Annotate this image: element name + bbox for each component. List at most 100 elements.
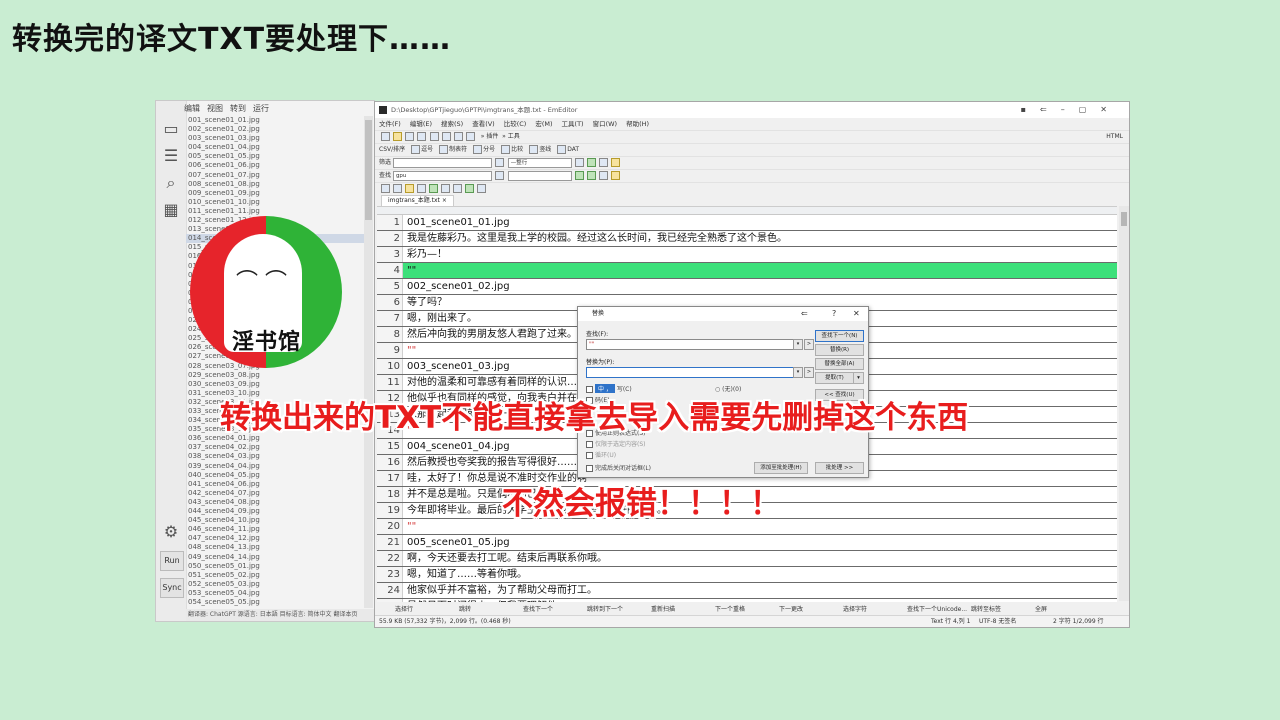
menu-item[interactable]: 文件(F) xyxy=(379,120,401,128)
status-encoding[interactable]: UTF-8 无签名 xyxy=(979,616,1016,627)
add-to-batch-button[interactable]: 添加至批处理(H) xyxy=(754,462,808,474)
function-key-label[interactable]: 跳转至标签 xyxy=(971,604,1001,613)
csv-mode-icon[interactable] xyxy=(500,145,510,154)
file-list-item[interactable]: 042_scene04_07.jpg xyxy=(186,489,364,498)
extract-button[interactable]: 提取(T) xyxy=(815,372,854,384)
file-list-item[interactable]: 051_scene05_02.jpg xyxy=(186,571,364,580)
compare-icon[interactable] xyxy=(428,184,438,193)
close-tab-icon[interactable]: × xyxy=(442,197,447,204)
file-list-item[interactable]: 039_scene04_04.jpg xyxy=(186,462,364,471)
replace-expand-button[interactable]: > xyxy=(804,367,814,378)
loop-checkbox[interactable]: 循环(U) xyxy=(586,450,616,459)
file-list-item[interactable]: 046_scene04_11.jpg xyxy=(186,525,364,534)
function-key-label[interactable]: 跳转 xyxy=(459,604,471,613)
html-mode-label[interactable]: HTML xyxy=(1106,131,1123,143)
close-icon[interactable]: ✕ xyxy=(853,307,860,321)
left-menu-item[interactable]: 编辑 xyxy=(184,104,200,113)
file-list-item[interactable]: 047_scene04_12.jpg xyxy=(186,534,364,543)
file-list-item[interactable]: 038_scene04_03.jpg xyxy=(186,452,364,461)
csv-mode-label[interactable]: DAT xyxy=(567,146,579,153)
find-input[interactable]: gpu xyxy=(392,170,492,181)
left-menu-item[interactable]: 视图 xyxy=(207,104,223,113)
bookmark-icon[interactable] xyxy=(599,158,609,167)
word-wrap-icon[interactable] xyxy=(440,184,450,193)
menu-item[interactable]: 帮助(H) xyxy=(626,120,649,128)
csv-mode-label[interactable]: 制表符 xyxy=(449,146,467,153)
csv-mode-icon[interactable] xyxy=(472,145,482,154)
function-key-label[interactable]: 选择行 xyxy=(395,604,413,613)
find-prev-icon[interactable] xyxy=(587,171,597,180)
file-list-item[interactable]: 004_scene01_04.jpg xyxy=(186,143,364,152)
ruler-icon[interactable] xyxy=(476,184,486,193)
editor-line[interactable]: 5 002_scene01_02.jpg xyxy=(377,279,1117,295)
filter-options-icon[interactable] xyxy=(495,158,505,167)
undo-icon[interactable] xyxy=(466,132,476,141)
file-list-item[interactable]: 043_scene04_08.jpg xyxy=(186,498,364,507)
function-key-label[interactable]: 查找下一个Unicode... xyxy=(907,604,967,613)
extract-dropdown-button[interactable]: ▾ xyxy=(853,372,864,384)
replace-button[interactable]: 替换(R) xyxy=(815,344,864,356)
left-menu-item[interactable]: 转到 xyxy=(230,104,246,113)
lock-icon[interactable] xyxy=(611,158,621,167)
file-list-item[interactable]: 045_scene04_10.jpg xyxy=(186,516,364,525)
editor-line[interactable]: 24 他家似乎并不富裕，为了帮助父母而打工。 xyxy=(377,583,1117,599)
editor-line[interactable]: 22 啊，今天还要去打工呢。结束后再联系你哦。 xyxy=(377,551,1117,567)
file-list-item[interactable]: 008_scene01_08.jpg xyxy=(186,180,364,189)
editor-line[interactable]: 4 "" xyxy=(377,263,1117,279)
pin-icon[interactable]: ⇐ xyxy=(801,307,808,321)
function-key-label[interactable]: 选择字符 xyxy=(843,604,867,613)
csv-mode-icon[interactable] xyxy=(528,145,538,154)
replace-all-button[interactable]: 替换全部(A) xyxy=(815,358,864,370)
editor-line[interactable]: 21 005_scene01_05.jpg xyxy=(377,535,1117,551)
filter-input[interactable] xyxy=(392,157,492,168)
sync-button[interactable]: Sync xyxy=(160,578,184,598)
function-key-label[interactable]: 查找下一个 xyxy=(523,604,553,613)
outline-icon[interactable] xyxy=(452,184,462,193)
find-next-button[interactable]: 查找下一个(N) xyxy=(815,330,864,342)
menu-item[interactable]: 窗口(W) xyxy=(593,120,618,128)
csv-mode-label[interactable]: CSV/排序 xyxy=(379,146,405,153)
filter-apply-icon[interactable] xyxy=(575,158,585,167)
menu-item[interactable]: 比较(C) xyxy=(504,120,527,128)
file-list-item[interactable]: 040_scene04_05.jpg xyxy=(186,471,364,480)
file-list-item[interactable]: 030_scene03_09.jpg xyxy=(186,380,364,389)
file-list-item[interactable]: 054_scene05_05.jpg xyxy=(186,598,364,607)
document-tab[interactable]: imgtrans_本题.txt × xyxy=(381,195,454,206)
search-icon[interactable]: ⌕ xyxy=(161,173,181,193)
help-icon[interactable]: ? xyxy=(832,307,836,321)
left-menu-item[interactable]: 运行 xyxy=(253,104,269,113)
editor-line[interactable]: 23 嗯，知道了……等着你哦。 xyxy=(377,567,1117,583)
file-list-item[interactable]: 010_scene01_10.jpg xyxy=(186,198,364,207)
folder-icon[interactable]: ▭ xyxy=(161,119,181,139)
find-scope-select[interactable] xyxy=(507,170,572,181)
cut-icon[interactable] xyxy=(430,132,440,141)
batch-button[interactable]: 批处理 >> xyxy=(815,462,864,474)
gear-icon[interactable]: ⚙ xyxy=(161,522,181,542)
menu-item[interactable]: 工具(T) xyxy=(562,120,584,128)
file-list-item[interactable]: 044_scene04_09.jpg xyxy=(186,507,364,516)
file-list-item[interactable]: 029_scene03_08.jpg xyxy=(186,371,364,380)
window-controls[interactable]: ▪⇐–▢✕ xyxy=(1021,102,1121,118)
replace-history-arrow[interactable]: ▾ xyxy=(793,367,803,378)
marker-icon[interactable] xyxy=(464,184,474,193)
file-list-item[interactable]: 048_scene04_13.jpg xyxy=(186,543,364,552)
file-list-item[interactable]: 002_scene01_02.jpg xyxy=(186,125,364,134)
find-options-icon[interactable] xyxy=(495,171,505,180)
new-file-icon[interactable] xyxy=(380,132,390,141)
menu-item[interactable]: 编辑(E) xyxy=(410,120,432,128)
file-list-item[interactable]: 007_scene01_07.jpg xyxy=(186,171,364,180)
csv-mode-icon[interactable] xyxy=(556,145,566,154)
csv-mode-icon[interactable] xyxy=(410,145,420,154)
menu-item[interactable]: 搜索(S) xyxy=(441,120,463,128)
highlight-icon[interactable] xyxy=(599,171,609,180)
save-icon[interactable] xyxy=(404,132,414,141)
close-after-checkbox[interactable]: 完成后关闭对话框(L) xyxy=(586,463,651,472)
file-list-item[interactable]: 005_scene01_05.jpg xyxy=(186,152,364,161)
file-list-item[interactable]: 041_scene04_06.jpg xyxy=(186,480,364,489)
replace-with-input[interactable] xyxy=(586,367,794,378)
grid-icon[interactable]: ▦ xyxy=(161,200,181,220)
csv-mode-label[interactable]: 竖线 xyxy=(539,146,551,153)
function-key-label[interactable]: 跳转到下一个 xyxy=(587,604,623,613)
editor-line[interactable]: 25 虽然见面时间很少，但我要理解他。 xyxy=(377,599,1117,602)
macro-record-icon[interactable] xyxy=(404,184,414,193)
